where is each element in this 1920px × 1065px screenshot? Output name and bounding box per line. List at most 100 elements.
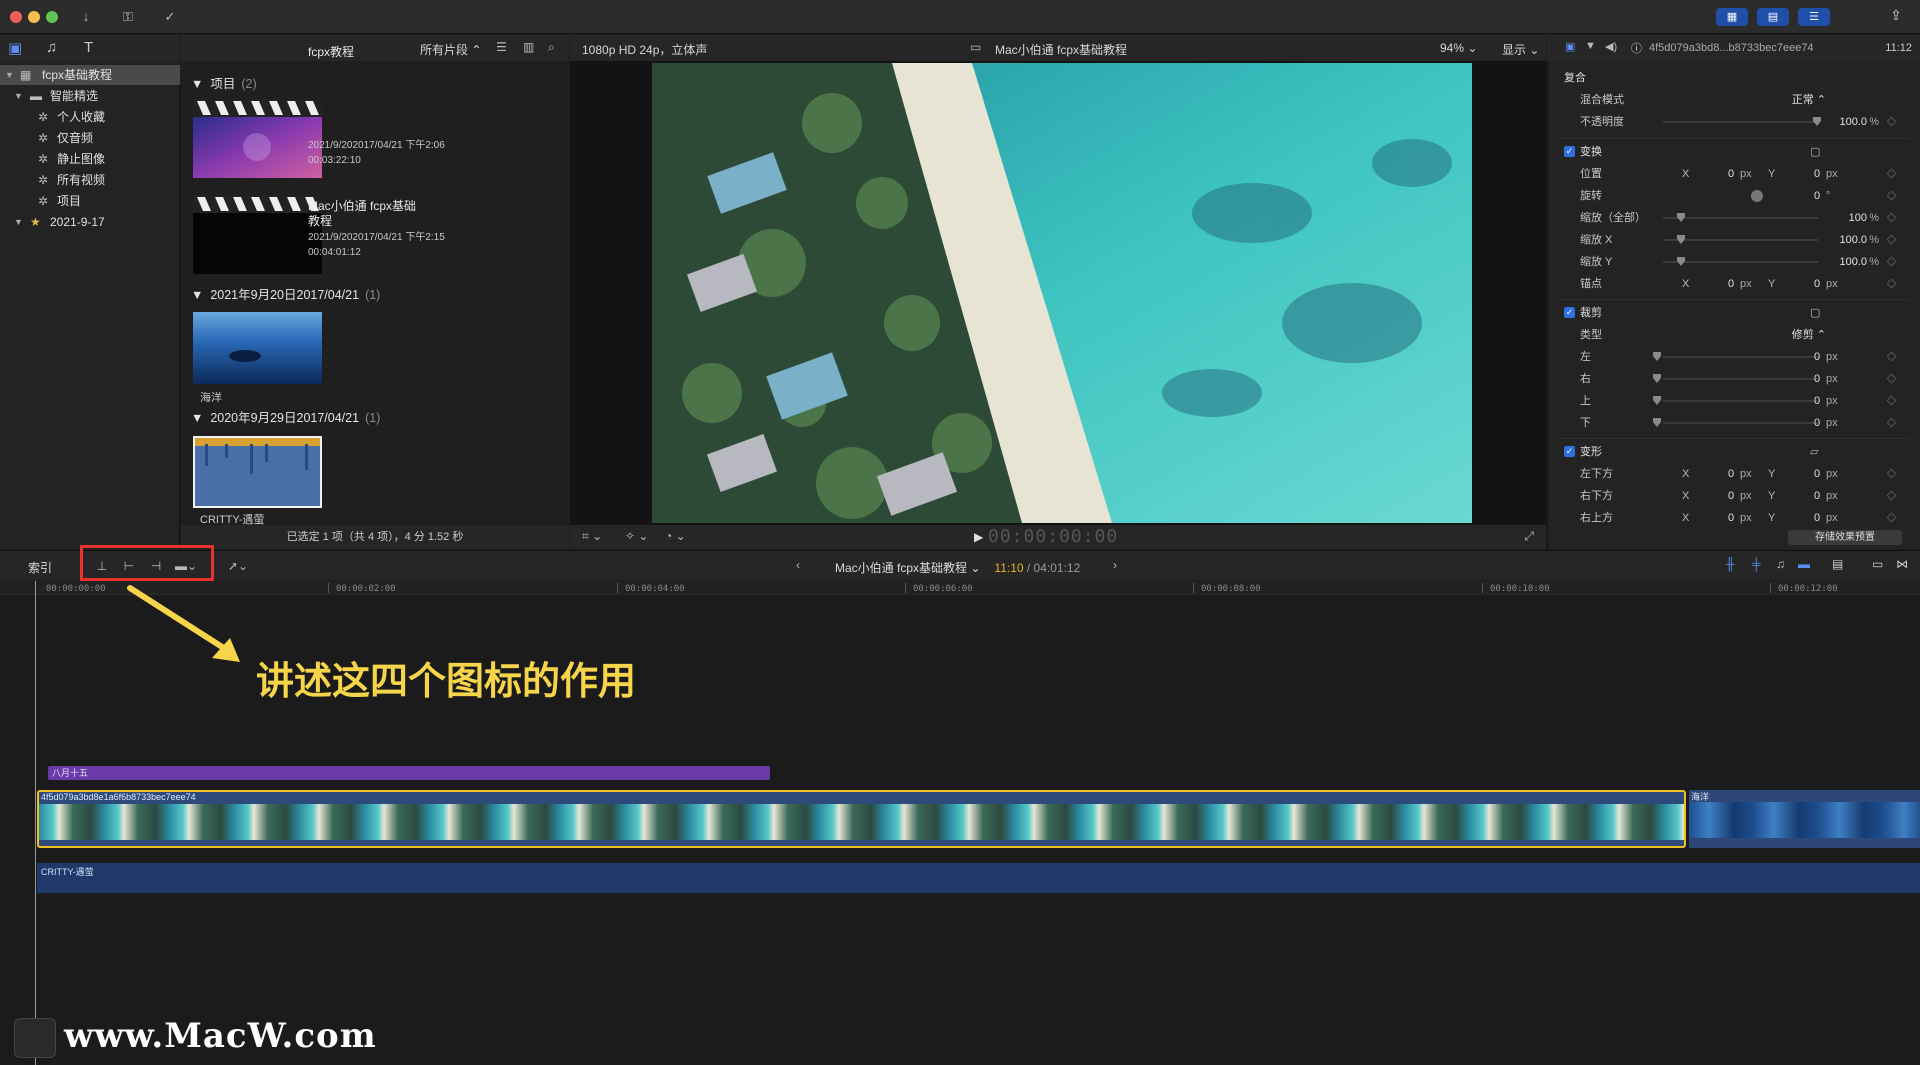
filmstrip-view-icon[interactable]: ▥ [523,40,534,54]
select-tool-icon[interactable]: ➚⌄ [226,559,250,574]
effects-browser-icon[interactable]: ▭ [1872,557,1883,571]
keyframe-icon[interactable] [1886,212,1897,223]
keyframe-icon[interactable] [1886,234,1897,245]
libraries-icon[interactable]: ▣ [8,39,22,57]
clip-thumbnail-audio[interactable] [193,436,322,508]
keyframe-icon[interactable] [1886,351,1897,362]
timeline-ruler[interactable]: 00:00:00:00 00:00:02:00 00:00:04:00 00:0… [0,581,1920,595]
slider-knob[interactable] [1653,374,1661,383]
crop-tool-icon[interactable]: ⌗ ⌄ [582,529,602,544]
keyframe-icon[interactable] [1886,190,1897,201]
crop-checkbox[interactable]: ✓ [1564,307,1575,318]
rotation-dial[interactable] [1751,190,1763,202]
back-arrow-icon[interactable]: ‹ [796,558,800,572]
scale-y-value[interactable]: 100.0 [1839,251,1867,273]
scale-x-value[interactable]: 100.0 [1839,229,1867,251]
anchor-x-value[interactable]: 0 [1728,273,1734,295]
snapping-icon[interactable]: ▬ [1798,557,1810,571]
photos-audio-icon[interactable]: ♫ [46,39,57,56]
slider-knob[interactable] [1653,352,1661,361]
keyframe-icon[interactable] [1886,490,1897,501]
save-effects-preset-button[interactable]: 存储效果预置 [1788,530,1902,545]
section-header-event-2[interactable]: ▼ 2020年9月29日2017/04/21 (1) [191,407,380,426]
show-browser-button[interactable]: ▦ [1716,8,1748,26]
anchor-y-value[interactable]: 0 [1814,273,1820,295]
library-item-projects[interactable]: ✲ 项目 [0,191,180,211]
keyframe-icon[interactable] [1886,468,1897,479]
transitions-browser-icon[interactable]: ⋈ [1896,557,1908,571]
keyframe-icon[interactable] [1886,168,1897,179]
audio-clip[interactable]: CRITTY-遇萤 [37,863,1920,893]
video-inspector-icon[interactable]: ▣ [1565,40,1575,53]
crop-right-slider[interactable] [1653,374,1818,383]
transform-onscreen-icon[interactable]: ▢ [1810,141,1820,163]
slider-knob[interactable] [1677,213,1685,222]
search-icon[interactable]: ⌕ [548,40,555,55]
keyframe-icon[interactable] [1886,256,1897,267]
fullscreen-icon[interactable]: ⤢ [1524,529,1534,544]
distort-onscreen-icon[interactable]: ▱ [1810,441,1818,463]
crop-right-value[interactable]: 0 [1814,368,1820,390]
tr-x-value[interactable]: 0 [1728,507,1734,529]
solo-headphones-icon[interactable]: ♫ [1776,557,1785,571]
info-icon[interactable]: ⓘ [1631,40,1642,56]
key-icon[interactable]: ⚿ [115,8,141,26]
crop-top-slider[interactable] [1653,396,1818,405]
position-y-value[interactable]: 0 [1814,163,1820,185]
crop-onscreen-icon[interactable]: ▢ [1810,302,1820,324]
slider-knob[interactable] [1677,257,1685,266]
share-icon[interactable]: ⇪ [1886,7,1906,27]
blend-mode-dropdown[interactable]: 正常 ⌃ [1792,89,1826,111]
crop-bottom-value[interactable]: 0 [1814,412,1820,434]
opacity-slider[interactable] [1663,117,1821,126]
library-item-favorites[interactable]: ✲ 个人收藏 [0,107,180,127]
library-item-smart-collections[interactable]: ▼ ▬ 智能精选 [0,86,180,106]
library-item-fcpx[interactable]: ▼ ▦ fcpx基础教程 [0,65,180,85]
br-x-value[interactable]: 0 [1728,485,1734,507]
filter-inspector-icon[interactable]: ▼ [1585,40,1596,52]
library-item-event[interactable]: ▼ ★ 2021-9-17 [0,212,180,232]
display-dropdown[interactable]: 显示 ⌄ [1502,41,1539,58]
scale-x-slider[interactable] [1663,235,1818,244]
viewer-canvas[interactable] [570,61,1546,525]
project-thumbnail-fcpx[interactable] [193,99,322,178]
crop-left-value[interactable]: 0 [1814,346,1820,368]
timeline-project-dropdown[interactable]: Mac小伯通 fcpx基础教程 ⌄ 11:10 / 04:01:12 [835,559,1080,576]
project-thumbnail-mac[interactable] [193,195,322,274]
clip-appearance-icon[interactable]: ▤ [1832,557,1843,571]
selected-video-clip[interactable]: 4f5d079a3bd8e1a6f6b8733bec7eee74 [37,790,1686,848]
forward-arrow-icon[interactable]: › [1113,558,1117,572]
disclosure-triangle-icon[interactable]: ▼ [5,65,14,85]
library-item-audio-only[interactable]: ✲ 仅音频 [0,128,180,148]
zoom-dropdown[interactable]: 94% ⌄ [1440,41,1477,55]
title-clip[interactable]: 八月十五 [48,766,770,780]
keyframe-icon[interactable] [1886,417,1897,428]
keyframe-icon[interactable] [1886,278,1897,289]
distort-checkbox[interactable]: ✓ [1564,446,1575,457]
skimming-icon[interactable]: ╪ [1752,557,1761,571]
titles-generators-icon[interactable]: T [84,39,93,56]
transform-checkbox[interactable]: ✓ [1564,146,1575,157]
enhance-wand-icon[interactable]: ✧ ⌄ [625,529,648,543]
section-header-projects[interactable]: ▼ 项目 (2) [191,73,257,92]
download-icon[interactable]: ↓ [73,8,99,26]
keyframe-icon[interactable] [1886,512,1897,523]
disclosure-triangle-icon[interactable]: ▼ [14,86,23,106]
bl-y-value[interactable]: 0 [1814,463,1820,485]
slider-knob[interactable] [1653,396,1661,405]
show-timeline-button[interactable]: ▤ [1757,8,1789,26]
slider-knob[interactable] [1653,418,1661,427]
zoom-window-button[interactable] [46,11,58,23]
crop-bottom-slider[interactable] [1653,418,1818,427]
scale-all-value[interactable]: 100 [1849,207,1867,229]
scale-all-slider[interactable] [1663,213,1818,222]
crop-left-slider[interactable] [1653,352,1818,361]
clip-thumbnail-ocean[interactable] [193,312,322,384]
slider-knob[interactable] [1677,235,1685,244]
play-icon[interactable]: ▶ [974,530,983,544]
minimize-window-button[interactable] [28,11,40,23]
timeline-index-button[interactable]: 索引 [28,559,52,576]
crop-top-value[interactable]: 0 [1814,390,1820,412]
close-window-button[interactable] [10,11,22,23]
keyframe-icon[interactable] [1886,395,1897,406]
